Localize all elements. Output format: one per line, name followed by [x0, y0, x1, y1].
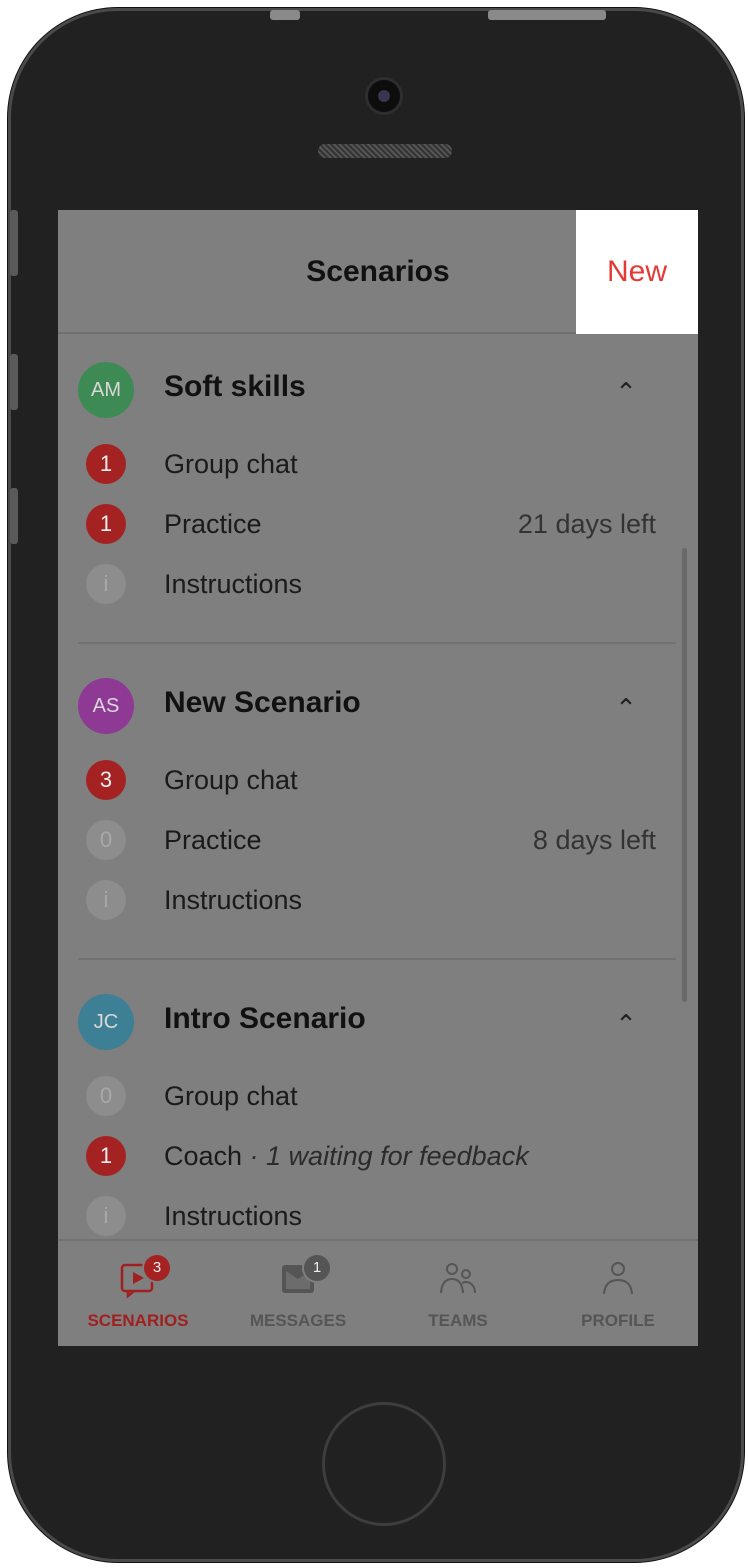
info-icon: i: [86, 880, 126, 920]
row-label: Group chat: [164, 1081, 298, 1111]
list-item-instructions[interactable]: i Instructions: [58, 556, 698, 612]
row-label: Instructions: [164, 1201, 303, 1231]
info-icon: i: [86, 564, 126, 604]
notification-badge: 1: [304, 1255, 330, 1281]
row-note: · 1 waiting for feedback: [242, 1141, 529, 1171]
scenario-section: AM Soft skills ⌃ 1 Group chat 1 Practice…: [58, 336, 698, 652]
nav-bar: Scenarios New: [58, 210, 698, 334]
list-item-group-chat[interactable]: 1 Group chat: [58, 436, 698, 492]
avatar: AS: [78, 678, 134, 734]
count-badge: 3: [86, 760, 126, 800]
volume-down-button: [10, 488, 18, 544]
list-item-practice[interactable]: 1 Practice 21 days left: [58, 496, 698, 552]
time-remaining: 8 days left: [532, 825, 656, 855]
volume-up-button: [10, 354, 18, 410]
scenario-header[interactable]: JC Intro Scenario ⌃: [78, 994, 676, 1050]
info-icon: i: [86, 1196, 126, 1236]
list-item-group-chat[interactable]: 0 Group chat: [58, 1068, 698, 1124]
tab-profile[interactable]: PROFILE: [538, 1241, 698, 1346]
row-label: Coach: [164, 1141, 243, 1171]
scenario-title: Soft skills: [164, 370, 306, 403]
divider: [78, 958, 676, 960]
time-remaining: 21 days left: [517, 509, 656, 539]
tab-label: PROFILE: [581, 1311, 655, 1330]
chevron-up-icon[interactable]: ⌃: [608, 994, 644, 1050]
count-badge: 1: [86, 444, 126, 484]
chevron-up-icon[interactable]: ⌃: [608, 678, 644, 734]
list-item-coach[interactable]: 1 Coach · 1 waiting for feedback: [58, 1128, 698, 1184]
list-item-instructions[interactable]: i Instructions: [58, 872, 698, 928]
scenario-list[interactable]: AM Soft skills ⌃ 1 Group chat 1 Practice…: [58, 336, 698, 1239]
notification-badge: 3: [144, 1255, 170, 1281]
scrollbar[interactable]: [682, 548, 687, 1002]
scenario-header[interactable]: AS New Scenario ⌃: [78, 678, 676, 734]
row-label: Group chat: [164, 449, 298, 479]
tab-label: MESSAGES: [249, 1311, 347, 1330]
tab-teams[interactable]: TEAMS: [378, 1241, 538, 1346]
scenario-title: Intro Scenario: [164, 1002, 366, 1035]
divider: [78, 642, 676, 644]
tab-bar: 3 SCENARIOS 1 MESSAGES TEAMS PROFILE: [58, 1239, 698, 1346]
row-label: Instructions: [164, 569, 303, 599]
home-button[interactable]: [322, 1402, 446, 1526]
scenario-section: JC Intro Scenario ⌃ 0 Group chat 1 Coach…: [58, 968, 698, 1239]
tab-label: TEAMS: [428, 1311, 488, 1330]
row-label: Practice: [164, 509, 262, 539]
scenario-header[interactable]: AM Soft skills ⌃: [78, 362, 676, 418]
row-label: Instructions: [164, 885, 303, 915]
tab-messages[interactable]: 1 MESSAGES: [218, 1241, 378, 1346]
list-item-group-chat[interactable]: 3 Group chat: [58, 752, 698, 808]
scenario-section: AS New Scenario ⌃ 3 Group chat 0 Practic…: [58, 652, 698, 968]
power-button: [488, 10, 606, 20]
teams-icon: [440, 1263, 476, 1294]
app-screen: Scenarios New AM Soft skills ⌃ 1 Group c…: [58, 210, 698, 1346]
camera-icon: [368, 80, 400, 112]
profile-icon: [603, 1262, 633, 1295]
count-badge: 1: [86, 504, 126, 544]
list-item-instructions[interactable]: i Instructions: [58, 1188, 698, 1239]
avatar: AM: [78, 362, 134, 418]
new-scenario-button[interactable]: New: [576, 210, 698, 334]
speaker-grille: [318, 144, 452, 158]
row-label: Group chat: [164, 765, 298, 795]
scenario-title: New Scenario: [164, 686, 361, 719]
tab-scenarios[interactable]: 3 SCENARIOS: [58, 1241, 218, 1346]
list-item-practice[interactable]: 0 Practice 8 days left: [58, 812, 698, 868]
count-badge: 0: [86, 1076, 126, 1116]
count-badge: 1: [86, 1136, 126, 1176]
hardware-detail: [270, 10, 300, 20]
avatar: JC: [78, 994, 134, 1050]
row-label: Practice: [164, 825, 262, 855]
tab-label: SCENARIOS: [87, 1311, 189, 1330]
count-badge: 0: [86, 820, 126, 860]
mute-switch: [10, 210, 18, 276]
chevron-up-icon[interactable]: ⌃: [608, 362, 644, 418]
